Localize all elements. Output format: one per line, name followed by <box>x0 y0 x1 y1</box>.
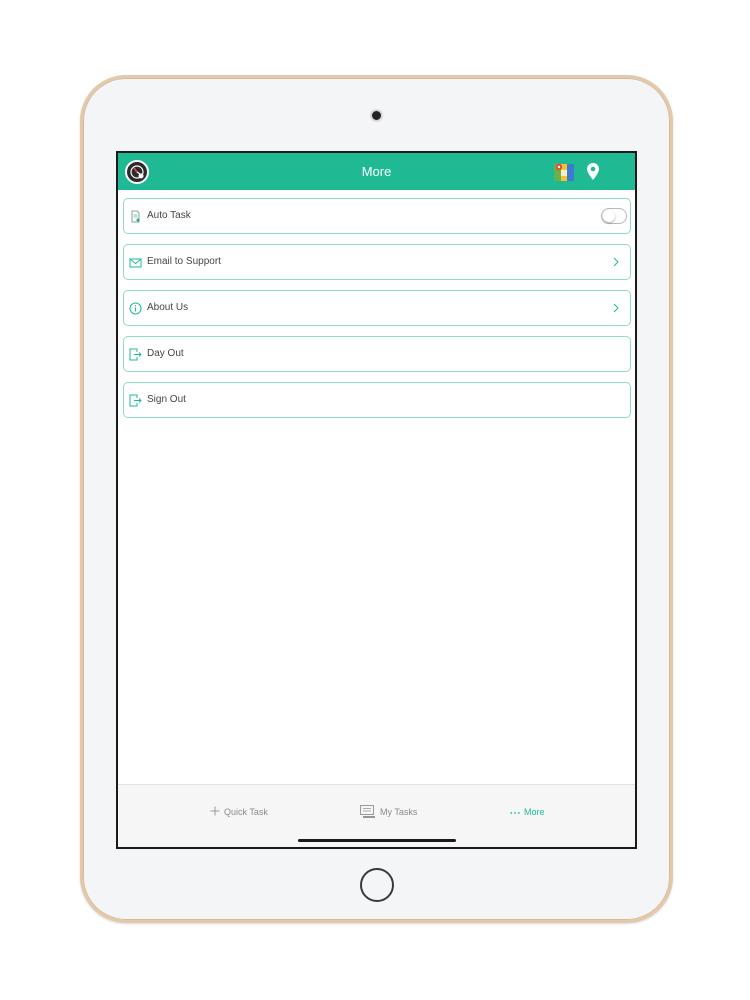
front-camera <box>372 111 381 120</box>
tab-label: My Tasks <box>380 807 418 817</box>
plus-icon <box>210 806 220 818</box>
auto-task-toggle[interactable] <box>601 208 627 224</box>
home-button[interactable] <box>360 868 394 902</box>
settings-row-auto-task[interactable]: Auto Task <box>123 198 631 234</box>
mail-icon <box>129 258 142 268</box>
settings-list: Auto Task Email to Support About Us Day … <box>123 198 631 428</box>
tab-label: Quick Task <box>224 807 268 817</box>
toggle-knob <box>603 210 615 222</box>
settings-row-label: About Us <box>147 302 189 313</box>
tab-my-tasks[interactable]: My Tasks <box>360 804 418 820</box>
app-screen: More Auto Task Email to Support About Us… <box>116 151 637 849</box>
settings-row-label: Email to Support <box>147 256 221 267</box>
home-indicator <box>298 839 456 842</box>
settings-row-about-us[interactable]: About Us <box>123 290 631 326</box>
tab-bar: Quick Task My Tasks More <box>118 784 635 847</box>
settings-row-label: Auto Task <box>147 210 191 221</box>
map-icon[interactable] <box>553 161 575 183</box>
settings-row-day-out[interactable]: Day Out <box>123 336 631 372</box>
settings-row-label: Day Out <box>147 348 184 359</box>
tab-more[interactable]: More <box>510 805 545 819</box>
location-pin-icon[interactable] <box>587 163 599 180</box>
settings-row-sign-out[interactable]: Sign Out <box>123 382 631 418</box>
more-dots-icon <box>510 807 520 817</box>
exit-icon <box>129 394 142 407</box>
navigation-bar: More <box>118 153 635 190</box>
document-icon <box>131 210 140 223</box>
chevron-right-icon <box>613 257 619 267</box>
tab-quick-task[interactable]: Quick Task <box>210 805 268 819</box>
settings-row-email-support[interactable]: Email to Support <box>123 244 631 280</box>
tab-label: More <box>524 807 545 817</box>
info-icon <box>129 302 142 315</box>
exit-icon <box>129 348 142 361</box>
tasks-icon <box>360 804 376 820</box>
chevron-right-icon <box>613 303 619 313</box>
settings-row-label: Sign Out <box>147 394 186 405</box>
